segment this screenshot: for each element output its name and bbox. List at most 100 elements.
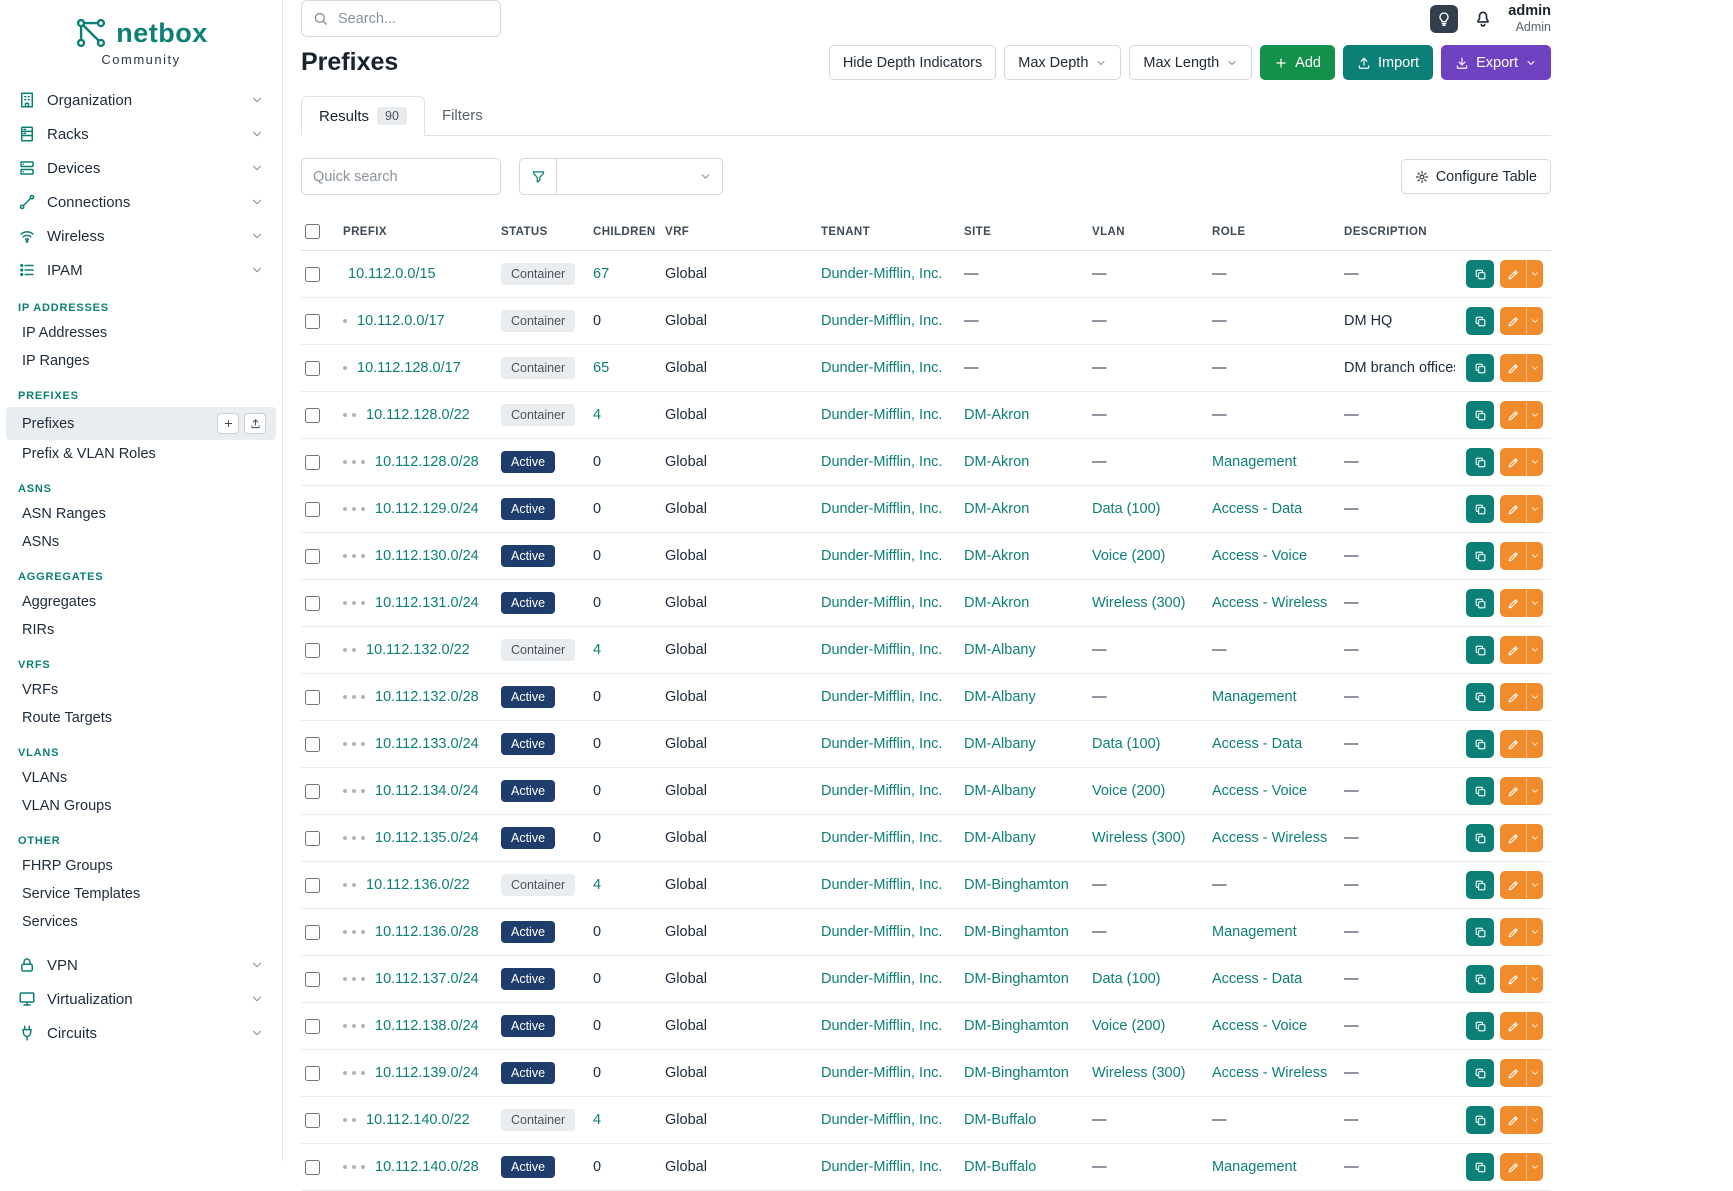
clone-button[interactable] [1466,401,1494,429]
site-link[interactable]: DM-Buffalo [964,1159,1036,1175]
clone-button[interactable] [1466,636,1494,664]
sidebar-item-circuits[interactable]: Circuits [0,1016,282,1050]
vlan-link[interactable]: Wireless (300) [1092,1065,1185,1081]
clone-button[interactable] [1466,824,1494,852]
column-header-role[interactable]: ROLE [1204,213,1336,251]
tenant-link[interactable]: Dunder-Mifflin, Inc. [821,595,942,611]
site-link[interactable]: DM-Albany [964,689,1036,705]
edit-button[interactable] [1500,1059,1526,1087]
clone-button[interactable] [1466,683,1494,711]
site-link[interactable]: DM-Akron [964,595,1029,611]
edit-dropdown-button[interactable] [1526,871,1543,899]
row-checkbox[interactable] [305,549,320,564]
edit-button[interactable] [1500,495,1526,523]
tenant-link[interactable]: Dunder-Mifflin, Inc. [821,689,942,705]
sidebar-item-rirs[interactable]: RIRs [6,616,276,644]
prefix-link[interactable]: 10.112.136.0/22 [366,877,470,893]
site-link[interactable]: DM-Binghamton [964,877,1069,893]
sidebar-item-wireless[interactable]: Wireless [0,219,282,253]
edit-dropdown-button[interactable] [1526,448,1543,476]
vlan-link[interactable]: Wireless (300) [1092,595,1185,611]
children-count-link[interactable]: 67 [593,266,609,282]
prefix-link[interactable]: 10.112.132.0/22 [366,642,470,658]
edit-button[interactable] [1500,965,1526,993]
row-checkbox[interactable] [305,314,320,329]
vlan-link[interactable]: Wireless (300) [1092,830,1185,846]
saved-filter-select[interactable] [557,158,723,195]
children-count-link[interactable]: 4 [593,642,601,658]
tab-filters[interactable]: Filters [425,96,500,135]
tenant-link[interactable]: Dunder-Mifflin, Inc. [821,783,942,799]
row-checkbox[interactable] [305,737,320,752]
sidebar-item-organization[interactable]: Organization [0,83,282,117]
tenant-link[interactable]: Dunder-Mifflin, Inc. [821,313,942,329]
sidebar-item-services[interactable]: Services [6,908,276,936]
sidebar-item-vrfs[interactable]: VRFs [6,676,276,704]
edit-dropdown-button[interactable] [1526,636,1543,664]
prefix-link[interactable]: 10.112.131.0/24 [375,595,479,611]
vlan-link[interactable]: Voice (200) [1092,783,1165,799]
add-button[interactable]: Add [1260,45,1335,80]
edit-dropdown-button[interactable] [1526,1012,1543,1040]
edit-dropdown-button[interactable] [1526,542,1543,570]
site-link[interactable]: DM-Albany [964,642,1036,658]
row-checkbox[interactable] [305,267,320,282]
edit-button[interactable] [1500,1106,1526,1134]
role-link[interactable]: Management [1212,1159,1297,1175]
clone-button[interactable] [1466,777,1494,805]
site-link[interactable]: DM-Binghamton [964,971,1069,987]
vlan-link[interactable]: Data (100) [1092,501,1161,517]
configure-table-button[interactable]: Configure Table [1401,159,1551,194]
edit-button[interactable] [1500,918,1526,946]
column-header-vrf[interactable]: VRF [657,213,813,251]
prefix-link[interactable]: 10.112.0.0/17 [357,313,445,329]
vlan-link[interactable]: Data (100) [1092,736,1161,752]
prefix-link[interactable]: 10.112.140.0/22 [366,1112,470,1128]
edit-dropdown-button[interactable] [1526,730,1543,758]
clone-button[interactable] [1466,1012,1494,1040]
edit-button[interactable] [1500,777,1526,805]
children-count-link[interactable]: 4 [593,877,601,893]
site-link[interactable]: DM-Binghamton [964,1065,1069,1081]
edit-dropdown-button[interactable] [1526,1153,1543,1181]
clone-button[interactable] [1466,542,1494,570]
export-button[interactable]: Export [1441,45,1551,80]
clone-button[interactable] [1466,1153,1494,1181]
edit-button[interactable] [1500,401,1526,429]
sidebar-item-ipam[interactable]: IPAM [0,253,282,287]
edit-dropdown-button[interactable] [1526,965,1543,993]
vlan-link[interactable]: Voice (200) [1092,1018,1165,1034]
sidebar-item-vlan-groups[interactable]: VLAN Groups [6,792,276,820]
notifications-bell-icon[interactable] [1473,9,1493,29]
tenant-link[interactable]: Dunder-Mifflin, Inc. [821,877,942,893]
prefix-link[interactable]: 10.112.139.0/24 [375,1065,479,1081]
edit-dropdown-button[interactable] [1526,307,1543,335]
edit-button[interactable] [1500,824,1526,852]
tenant-link[interactable]: Dunder-Mifflin, Inc. [821,736,942,752]
max-length-dropdown[interactable]: Max Length [1129,45,1252,80]
role-link[interactable]: Management [1212,924,1297,940]
row-checkbox[interactable] [305,1019,320,1034]
sidebar-item-virtualization[interactable]: Virtualization [0,982,282,1016]
column-header-vlan[interactable]: VLAN [1084,213,1204,251]
dark-mode-toggle-button[interactable] [1430,5,1458,33]
edit-button[interactable] [1500,542,1526,570]
sidebar-item-asn-ranges[interactable]: ASN Ranges [6,500,276,528]
clone-button[interactable] [1466,307,1494,335]
children-count-link[interactable]: 65 [593,360,609,376]
clone-button[interactable] [1466,871,1494,899]
tenant-link[interactable]: Dunder-Mifflin, Inc. [821,1159,942,1175]
role-link[interactable]: Access - Data [1212,501,1302,517]
sidebar-item-ip-ranges[interactable]: IP Ranges [6,347,276,375]
vlan-link[interactable]: Data (100) [1092,971,1161,987]
site-link[interactable]: DM-Akron [964,548,1029,564]
row-checkbox[interactable] [305,596,320,611]
tenant-link[interactable]: Dunder-Mifflin, Inc. [821,266,942,282]
row-checkbox[interactable] [305,1113,320,1128]
role-link[interactable]: Management [1212,454,1297,470]
column-header-site[interactable]: SITE [956,213,1084,251]
site-link[interactable]: DM-Albany [964,830,1036,846]
quick-search-input[interactable] [301,158,501,195]
tenant-link[interactable]: Dunder-Mifflin, Inc. [821,360,942,376]
tenant-link[interactable]: Dunder-Mifflin, Inc. [821,1065,942,1081]
